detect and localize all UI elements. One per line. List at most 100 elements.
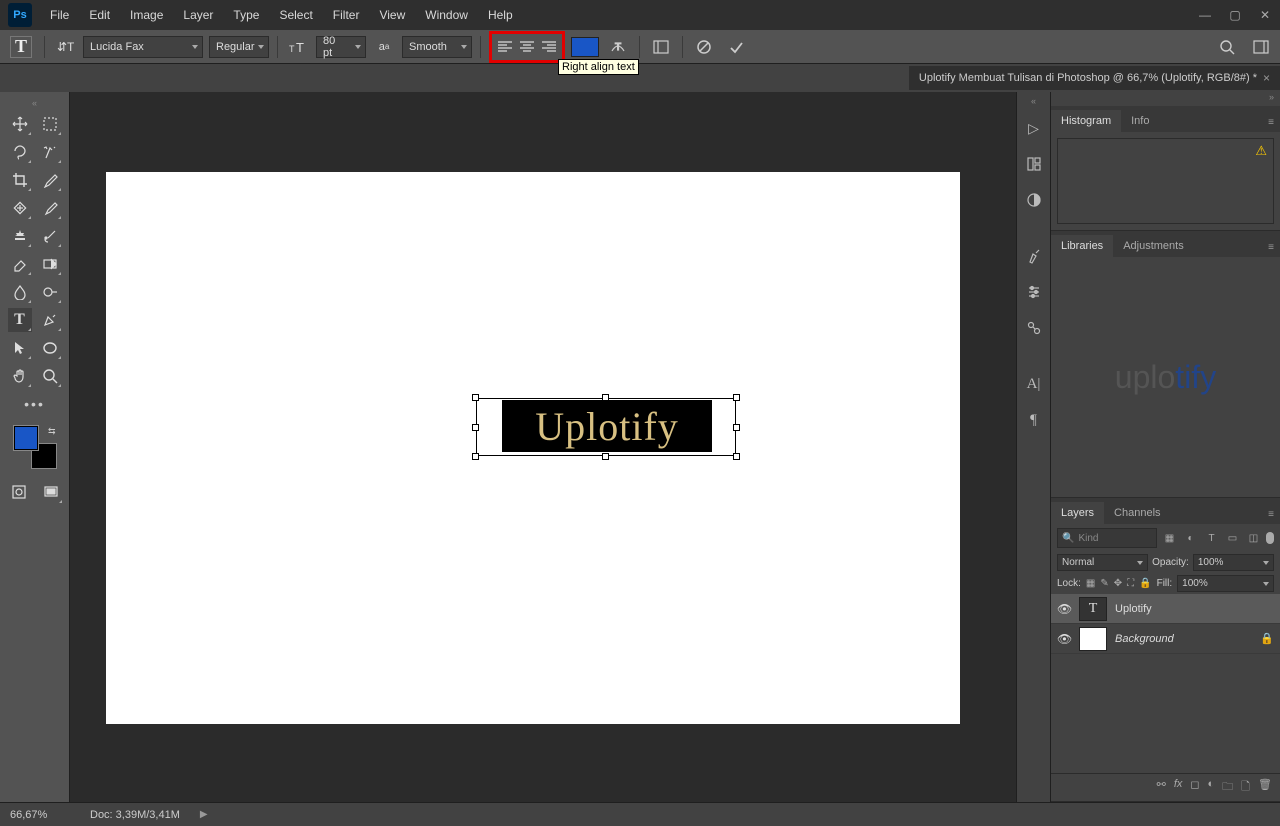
clone-source-panel-icon[interactable] xyxy=(1020,314,1048,342)
font-style-dropdown[interactable]: Regular xyxy=(209,36,269,58)
properties-panel-icon[interactable] xyxy=(1020,150,1048,178)
hand-tool[interactable] xyxy=(8,364,32,388)
menu-view[interactable]: View xyxy=(369,2,415,28)
transform-handle[interactable] xyxy=(602,394,609,401)
tab-layers[interactable]: Layers xyxy=(1051,502,1104,524)
screen-mode-toggle[interactable] xyxy=(39,480,63,504)
foreground-color-swatch[interactable] xyxy=(14,426,38,450)
commit-button[interactable] xyxy=(723,35,749,59)
layer-thumbnail[interactable] xyxy=(1079,627,1107,651)
dodge-tool[interactable] xyxy=(38,280,62,304)
eraser-tool[interactable] xyxy=(8,252,32,276)
text-orientation-toggle[interactable]: ⇵T xyxy=(53,35,77,59)
tab-adjustments[interactable]: Adjustments xyxy=(1113,235,1194,257)
transform-handle[interactable] xyxy=(602,453,609,460)
close-tab-icon[interactable]: × xyxy=(1263,71,1270,85)
menu-image[interactable]: Image xyxy=(120,2,173,28)
lock-transparency-icon[interactable]: ▦ xyxy=(1086,578,1095,589)
text-color-swatch[interactable] xyxy=(571,37,599,57)
fill-input[interactable]: 100% xyxy=(1177,575,1274,592)
tab-channels[interactable]: Channels xyxy=(1104,502,1170,524)
layer-visibility-toggle[interactable]: 👁 xyxy=(1057,602,1071,616)
menu-window[interactable]: Window xyxy=(415,2,478,28)
zoom-level[interactable]: 66,67% xyxy=(10,809,70,821)
document-size[interactable]: Doc: 3,39M/3,41M xyxy=(90,809,180,821)
opacity-input[interactable]: 100% xyxy=(1193,554,1274,571)
brushes-panel-icon[interactable] xyxy=(1020,242,1048,270)
workspace-switcher[interactable] xyxy=(1248,35,1274,59)
menu-edit[interactable]: Edit xyxy=(79,2,120,28)
transform-handle[interactable] xyxy=(472,453,479,460)
spot-healing-tool[interactable] xyxy=(8,196,32,220)
delete-layer-icon[interactable]: 🗑 xyxy=(1258,778,1272,797)
layer-style-icon[interactable]: fx xyxy=(1174,778,1183,797)
transform-handle[interactable] xyxy=(472,394,479,401)
close-button[interactable]: ✕ xyxy=(1250,0,1280,30)
filter-type-icon[interactable]: T xyxy=(1203,530,1220,547)
font-size-dropdown[interactable]: 80 pt xyxy=(316,36,366,58)
shape-tool[interactable] xyxy=(38,336,62,360)
filter-toggle[interactable] xyxy=(1266,532,1274,544)
layer-row[interactable]: 👁 T Uplotify xyxy=(1051,594,1280,624)
type-tool[interactable]: T xyxy=(8,308,32,332)
layer-lock-icon[interactable]: 🔒 xyxy=(1260,632,1274,645)
quick-mask-toggle[interactable] xyxy=(7,480,31,504)
transform-handle[interactable] xyxy=(733,394,740,401)
menu-file[interactable]: File xyxy=(40,2,79,28)
align-center-button[interactable] xyxy=(516,36,538,58)
clone-stamp-tool[interactable] xyxy=(8,224,32,248)
tab-libraries[interactable]: Libraries xyxy=(1051,235,1113,257)
history-brush-tool[interactable] xyxy=(38,224,62,248)
blend-mode-dropdown[interactable]: Normal xyxy=(1057,554,1148,571)
filter-shape-icon[interactable]: ▭ xyxy=(1224,530,1241,547)
minimize-button[interactable]: — xyxy=(1190,0,1220,30)
panel-dock-expand[interactable]: « xyxy=(1017,96,1050,110)
brush-tool[interactable] xyxy=(38,196,62,220)
new-layer-icon[interactable]: 🗋 xyxy=(1241,778,1250,797)
gradient-tool[interactable] xyxy=(38,252,62,276)
panel-dock-collapse[interactable]: » xyxy=(1051,92,1280,106)
pen-tool[interactable] xyxy=(38,308,62,332)
document-canvas[interactable]: Uplotify xyxy=(106,172,960,724)
menu-help[interactable]: Help xyxy=(478,2,523,28)
filter-smart-icon[interactable]: ◫ xyxy=(1245,530,1262,547)
cached-data-warning-icon[interactable]: ⚠ xyxy=(1255,143,1267,159)
quick-selection-tool[interactable] xyxy=(38,140,62,164)
layer-group-icon[interactable]: 🗀 xyxy=(1222,778,1233,797)
blur-tool[interactable] xyxy=(8,280,32,304)
tab-histogram[interactable]: Histogram xyxy=(1051,110,1121,132)
layer-name[interactable]: Background xyxy=(1115,633,1174,645)
adjustment-layer-icon[interactable]: ◐ xyxy=(1208,778,1215,797)
cancel-button[interactable] xyxy=(691,35,717,59)
menu-type[interactable]: Type xyxy=(223,2,269,28)
align-left-button[interactable] xyxy=(494,36,516,58)
layer-thumbnail[interactable]: T xyxy=(1079,597,1107,621)
tab-info[interactable]: Info xyxy=(1121,110,1159,132)
lock-artboard-icon[interactable]: ⛶ xyxy=(1127,578,1134,589)
layer-mask-icon[interactable]: ◻ xyxy=(1190,778,1199,797)
character-panel-button[interactable] xyxy=(648,35,674,59)
anti-alias-dropdown[interactable]: Smooth xyxy=(402,36,472,58)
tools-collapse[interactable]: « xyxy=(0,98,69,108)
panel-menu-icon[interactable]: ≡ xyxy=(1262,505,1280,524)
canvas-area[interactable]: Uplotify » xyxy=(70,92,1016,802)
text-bounding-box[interactable]: Uplotify xyxy=(476,398,736,460)
lock-position-icon[interactable]: ✥ xyxy=(1114,578,1122,589)
swap-colors-icon[interactable]: ⇆ xyxy=(48,426,56,437)
font-family-dropdown[interactable]: Lucida Fax xyxy=(83,36,203,58)
search-icon[interactable] xyxy=(1214,35,1240,59)
marquee-tool[interactable] xyxy=(38,112,62,136)
link-layers-icon[interactable]: ⚯ xyxy=(1157,778,1166,797)
transform-handle[interactable] xyxy=(472,424,479,431)
transform-handle[interactable] xyxy=(733,453,740,460)
lock-image-icon[interactable]: ✎ xyxy=(1100,578,1108,589)
layer-name[interactable]: Uplotify xyxy=(1115,603,1152,615)
active-tool-indicator[interactable]: T xyxy=(10,36,32,58)
layer-filter-dropdown[interactable]: 🔍 Kind xyxy=(1057,528,1157,548)
lock-all-icon[interactable]: 🔒 xyxy=(1139,578,1151,589)
actions-panel-icon[interactable]: ▷ xyxy=(1020,114,1048,142)
zoom-tool[interactable] xyxy=(38,364,62,388)
maximize-button[interactable]: ▢ xyxy=(1220,0,1250,30)
layer-visibility-toggle[interactable]: 👁 xyxy=(1057,632,1071,646)
panel-menu-icon[interactable]: ≡ xyxy=(1262,113,1280,132)
